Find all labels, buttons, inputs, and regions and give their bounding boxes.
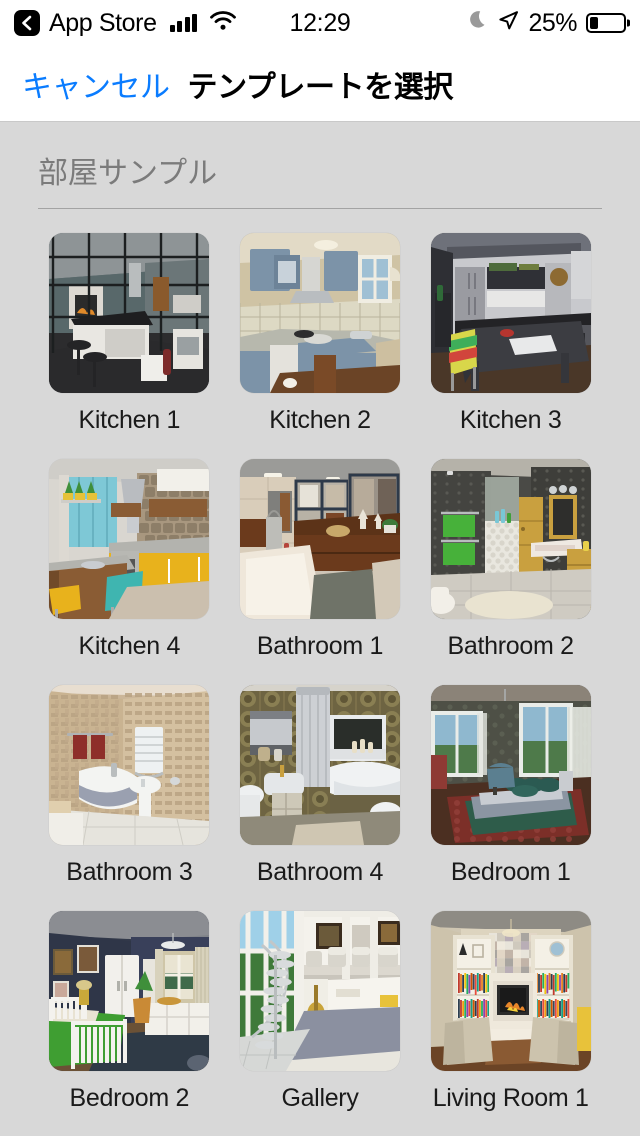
template-thumbnail[interactable]: [49, 685, 210, 845]
location-arrow-icon: [498, 10, 519, 36]
template-cell[interactable]: Bathroom 1: [225, 459, 416, 661]
page-title: テンプレートを選択: [187, 70, 454, 104]
template-label: Kitchen 1: [78, 406, 181, 434]
battery-fill: [590, 17, 598, 29]
template-cell[interactable]: Kitchen 4: [34, 459, 225, 661]
template-thumbnail[interactable]: [49, 911, 210, 1071]
template-cell[interactable]: Bedroom 2: [34, 911, 225, 1113]
template-cell[interactable]: Living Room 1: [415, 911, 606, 1113]
template-cell[interactable]: Kitchen 2: [225, 233, 416, 435]
template-cell[interactable]: Bathroom 4: [225, 685, 416, 887]
template-thumbnail[interactable]: [239, 685, 400, 845]
template-thumbnail[interactable]: [430, 459, 591, 619]
template-grid: Kitchen 1 Kitchen 2 Kitchen 3 Kitchen 4 …: [0, 209, 640, 1113]
template-cell[interactable]: Gallery: [225, 911, 416, 1113]
status-bar-right: 25%: [469, 9, 626, 38]
template-label: Bathroom 2: [447, 632, 575, 660]
template-thumbnail[interactable]: [430, 233, 591, 393]
section-header: 部屋サンプル: [0, 122, 640, 209]
template-label: Bathroom 4: [256, 858, 384, 886]
template-label: Bathroom 3: [66, 858, 193, 886]
navigation-bar: キャンセル テンプレートを選択: [0, 46, 640, 122]
template-label: Bathroom 1: [256, 632, 384, 660]
template-label: Bedroom 1: [450, 858, 571, 886]
section-title: 部屋サンプル: [38, 157, 218, 190]
battery-percent-label: 25%: [528, 8, 577, 37]
template-thumbnail[interactable]: [49, 233, 210, 393]
template-thumbnail[interactable]: [430, 911, 591, 1071]
template-label: Living Room 1: [432, 1084, 589, 1112]
template-cell[interactable]: Bathroom 2: [415, 459, 606, 661]
status-bar-left: App Store: [14, 9, 236, 38]
template-thumbnail[interactable]: [430, 685, 591, 845]
template-thumbnail[interactable]: [49, 459, 210, 619]
template-label: Gallery: [281, 1084, 359, 1112]
status-bar-clock: 12:29: [289, 8, 351, 37]
template-thumbnail[interactable]: [239, 911, 400, 1071]
status-bar: App Store 12:29 25%: [0, 0, 640, 46]
template-cell[interactable]: Kitchen 3: [415, 233, 606, 435]
cancel-button[interactable]: キャンセル: [22, 62, 170, 106]
template-thumbnail[interactable]: [239, 459, 400, 619]
battery-icon: [586, 13, 626, 33]
template-label: Kitchen 2: [269, 406, 371, 434]
chevron-left-icon[interactable]: [14, 10, 40, 36]
template-scroll-area[interactable]: 部屋サンプル Kitchen 1 Kitchen 2 Kitchen 3 Kit…: [0, 122, 640, 1136]
template-cell[interactable]: Kitchen 1: [34, 233, 225, 435]
crescent-moon-icon: [469, 10, 489, 36]
template-thumbnail[interactable]: [239, 233, 400, 393]
template-label: Kitchen 4: [78, 632, 181, 660]
template-cell[interactable]: Bedroom 1: [415, 685, 606, 887]
template-label: Kitchen 3: [459, 406, 562, 434]
back-to-app-label[interactable]: App Store: [49, 9, 157, 38]
template-label: Bedroom 2: [69, 1084, 190, 1112]
template-cell[interactable]: Bathroom 3: [34, 685, 225, 887]
wifi-icon: [210, 11, 236, 35]
cellular-signal-icon: [169, 14, 198, 32]
